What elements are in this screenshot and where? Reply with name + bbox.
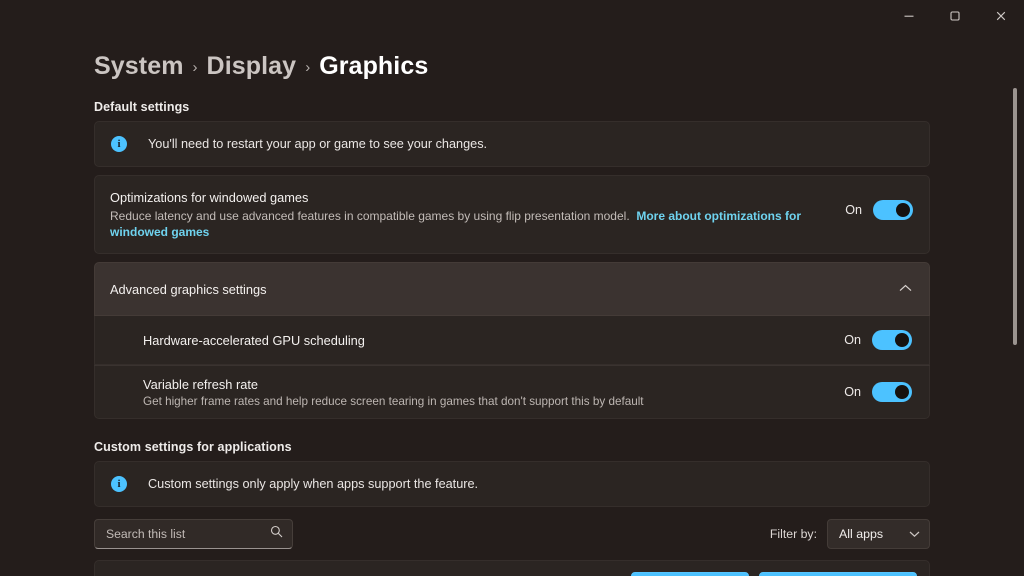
list-tools-row: Filter by: All apps [94, 519, 930, 549]
filter-selected-value: All apps [839, 527, 884, 541]
optimizations-text-block: Optimizations for windowed games Reduce … [110, 190, 845, 240]
scrollbar-thumb[interactable] [1013, 88, 1017, 345]
search-icon [270, 525, 283, 543]
toggle-knob [895, 333, 909, 347]
optimizations-description-text: Reduce latency and use advanced features… [110, 209, 630, 223]
toggle-knob [896, 203, 910, 217]
filter-area: Filter by: All apps [770, 519, 930, 549]
hardware-gpu-scheduling-title: Hardware-accelerated GPU scheduling [143, 332, 365, 348]
hardware-gpu-scheduling-toggle-group: On [844, 330, 912, 350]
variable-refresh-rate-description: Get higher frame rates and help reduce s… [143, 394, 644, 408]
maximize-button[interactable] [932, 0, 978, 32]
variable-refresh-rate-toggle[interactable] [872, 382, 912, 402]
breadcrumb-separator: › [192, 58, 198, 76]
vertical-scrollbar[interactable] [1010, 32, 1020, 576]
settings-window: System › Display › Graphics Default sett… [0, 0, 1024, 576]
variable-refresh-rate-toggle-group: On [844, 382, 912, 402]
breadcrumb: System › Display › Graphics [94, 46, 1024, 86]
minimize-button[interactable] [886, 0, 932, 32]
default-settings-heading: Default settings [94, 100, 190, 114]
variable-refresh-rate-toggle-label: On [844, 385, 861, 399]
filter-dropdown[interactable]: All apps [827, 519, 930, 549]
optimizations-title: Optimizations for windowed games [110, 190, 309, 205]
hardware-gpu-scheduling-toggle[interactable] [872, 330, 912, 350]
custom-settings-heading: Custom settings for applications [94, 440, 292, 454]
info-icon: i [111, 136, 127, 152]
restart-info-banner: i You'll need to restart your app or gam… [94, 121, 930, 167]
optimizations-toggle-label: On [845, 203, 862, 217]
optimizations-toggle-group: On [845, 190, 913, 220]
custom-settings-info-text: Custom settings only apply when apps sup… [148, 477, 479, 491]
hardware-gpu-scheduling-row: Hardware-accelerated GPU scheduling On [94, 316, 930, 365]
toggle-knob [895, 385, 909, 399]
custom-settings-info-banner: i Custom settings only apply when apps s… [94, 461, 930, 507]
info-icon: i [111, 476, 127, 492]
title-bar [0, 0, 1024, 32]
optimizations-description: Reduce latency and use advanced features… [110, 208, 835, 240]
advanced-graphics-title: Advanced graphics settings [110, 281, 267, 297]
breadcrumb-item-system[interactable]: System [94, 52, 184, 81]
close-button[interactable] [978, 0, 1024, 32]
hardware-gpu-scheduling-toggle-label: On [844, 333, 861, 347]
advanced-graphics-expander-header[interactable]: Advanced graphics settings [94, 262, 930, 316]
add-desktop-app-button[interactable]: Add desktop app [630, 571, 750, 576]
hardware-gpu-scheduling-text: Hardware-accelerated GPU scheduling [95, 333, 844, 348]
chevron-down-icon [909, 525, 920, 543]
variable-refresh-rate-text: Variable refresh rate Get higher frame r… [95, 377, 844, 408]
restart-info-text: You'll need to restart your app or game … [148, 137, 488, 151]
optimizations-card: Optimizations for windowed games Reduce … [94, 175, 930, 254]
settings-scroll-viewport: System › Display › Graphics Default sett… [0, 32, 1024, 576]
breadcrumb-item-display[interactable]: Display [207, 52, 297, 81]
breadcrumb-item-graphics: Graphics [319, 51, 429, 80]
variable-refresh-rate-row: Variable refresh rate Get higher frame r… [94, 366, 930, 419]
add-an-app-card: Add an app Add desktop app Add Microsoft… [94, 560, 930, 576]
variable-refresh-rate-title: Variable refresh rate [143, 376, 258, 392]
add-microsoft-store-app-button[interactable]: Add Microsoft Store app [759, 571, 917, 576]
chevron-up-icon [899, 280, 912, 298]
search-box[interactable] [94, 519, 293, 549]
optimizations-toggle[interactable] [873, 200, 913, 220]
breadcrumb-separator: › [305, 58, 311, 76]
filter-by-label: Filter by: [769, 527, 817, 541]
search-input[interactable] [106, 527, 270, 541]
